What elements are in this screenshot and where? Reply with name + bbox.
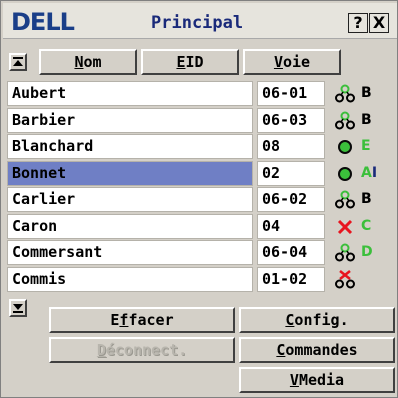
server-row[interactable]: Blanchard 08 E xyxy=(7,134,385,160)
window-title: Principal xyxy=(151,13,244,33)
server-name[interactable]: Caron xyxy=(7,213,253,239)
status-letters: D xyxy=(361,244,373,260)
server-name[interactable]: Commersant xyxy=(7,240,253,265)
config-button[interactable]: Config. xyxy=(239,307,395,333)
scroll-down-icon[interactable] xyxy=(9,299,27,317)
commands-label-post: ommandes xyxy=(285,341,358,359)
server-eid[interactable]: 04 xyxy=(257,213,325,239)
status-letters: C xyxy=(361,217,372,234)
server-row[interactable]: Commis 01-02 xyxy=(7,266,385,293)
server-eid[interactable]: 02 xyxy=(257,160,325,186)
server-status: B xyxy=(335,108,385,133)
status-letters: B xyxy=(361,85,372,101)
server-name[interactable]: Aubert xyxy=(7,81,253,106)
status-letter-a: A xyxy=(361,164,372,181)
network-offline-icon xyxy=(335,269,355,290)
server-status: E xyxy=(335,134,385,159)
network-connected-icon xyxy=(335,84,355,104)
status-letters: E xyxy=(361,138,371,154)
network-connected-icon xyxy=(335,111,355,131)
column-name-rest: om xyxy=(83,53,102,71)
server-status: B xyxy=(335,187,385,212)
column-port-rest: oie xyxy=(282,53,311,71)
clear-button[interactable]: Effacer xyxy=(49,307,235,333)
server-name[interactable]: Bonnet xyxy=(7,160,253,186)
server-eid[interactable]: 06-02 xyxy=(257,187,325,212)
vmedia-label-post: Media xyxy=(298,371,345,389)
server-status: B xyxy=(335,81,385,106)
status-letters: AI xyxy=(361,161,377,186)
server-eid[interactable]: 01-02 xyxy=(257,266,325,292)
config-label-post: onfig. xyxy=(294,311,349,329)
server-status: C xyxy=(335,214,385,239)
server-eid[interactable]: 08 xyxy=(257,134,325,159)
column-header-port[interactable]: Voie xyxy=(243,49,341,75)
vmedia-button[interactable]: VMedia xyxy=(239,367,395,393)
title-bar: DELL Principal ? X xyxy=(3,3,397,39)
server-row[interactable]: Aubert 06-01 B xyxy=(7,81,385,107)
online-circle-icon xyxy=(335,164,355,184)
disconnect-label-post: éconnect. xyxy=(105,341,188,359)
server-row[interactable]: Commersant 06-04 D xyxy=(7,240,385,266)
status-letter-i: I xyxy=(371,164,378,181)
server-eid[interactable]: 06-03 xyxy=(257,107,325,133)
dell-logo: DELL xyxy=(11,8,75,36)
offline-x-icon xyxy=(335,217,355,237)
server-status: D xyxy=(335,240,385,265)
column-eid-rest: ID xyxy=(185,53,204,71)
server-row[interactable]: Caron 04 C xyxy=(7,213,385,240)
column-port-accel: V xyxy=(273,53,283,71)
clear-label-post: facer xyxy=(128,311,174,329)
server-status: AI xyxy=(335,161,385,186)
main-window: DELL Principal ? X Nom EID Voie Aubert 06… xyxy=(0,0,398,398)
scroll-up-icon[interactable] xyxy=(9,53,27,71)
network-connected-icon xyxy=(335,243,355,263)
status-letters: B xyxy=(361,111,372,128)
disconnect-button: Déconnect. xyxy=(49,337,235,363)
status-letters: B xyxy=(361,191,372,207)
close-button[interactable]: X xyxy=(369,13,389,33)
server-row[interactable]: Carlier 06-02 B xyxy=(7,187,385,213)
column-header-eid[interactable]: EID xyxy=(141,49,239,75)
server-name[interactable]: Barbier xyxy=(7,107,253,133)
server-list[interactable]: Aubert 06-01 B Barbier 06-03 B Blanchard 08 E Bon… xyxy=(7,81,385,294)
online-circle-icon xyxy=(335,137,355,157)
server-eid[interactable]: 06-04 xyxy=(257,240,325,265)
server-row[interactable]: Barbier 06-03 B xyxy=(7,107,385,134)
server-name[interactable]: Carlier xyxy=(7,187,253,212)
disconnect-label-accel: D xyxy=(96,341,106,359)
server-status xyxy=(335,267,385,292)
vmedia-label-accel: V xyxy=(289,371,299,389)
help-button[interactable]: ? xyxy=(348,13,368,33)
server-name[interactable]: Blanchard xyxy=(7,134,253,159)
network-connected-icon xyxy=(335,190,355,210)
server-name[interactable]: Commis xyxy=(7,266,253,292)
server-eid[interactable]: 06-01 xyxy=(257,81,325,106)
server-row[interactable]: Bonnet 02 AI xyxy=(7,160,385,187)
column-header-row: Nom EID Voie xyxy=(1,49,398,75)
commands-button[interactable]: Commandes xyxy=(239,337,395,363)
column-header-name[interactable]: Nom xyxy=(39,49,137,75)
